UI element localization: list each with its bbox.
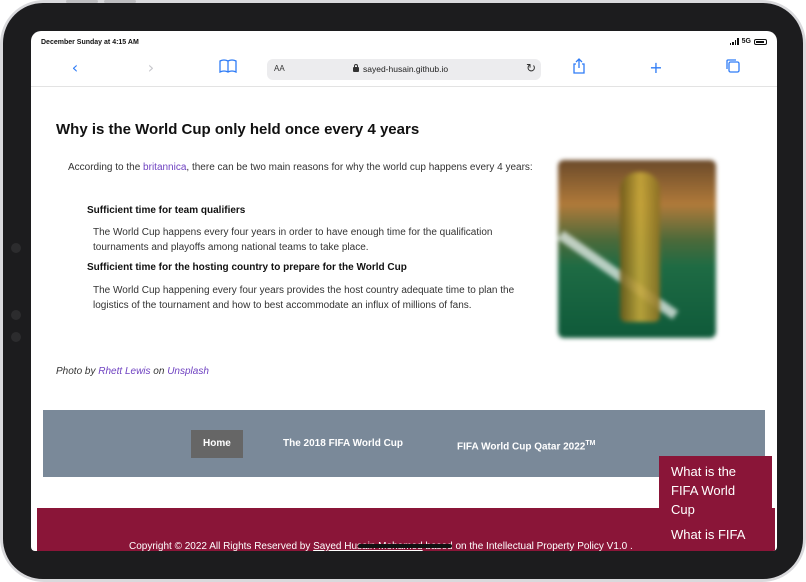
camera-dot xyxy=(11,243,21,253)
britannica-link[interactable]: britannica xyxy=(143,162,186,173)
back-icon[interactable]: ‹ xyxy=(65,58,85,78)
status-bar: December Sunday at 4:15 AM 5G xyxy=(31,31,777,51)
forward-icon[interactable]: › xyxy=(141,58,161,78)
dropdown-item-what-is-fifa[interactable]: What is FIFA xyxy=(671,525,760,544)
lock-icon xyxy=(353,64,359,72)
nav-home[interactable]: Home xyxy=(191,430,243,458)
battery-icon xyxy=(754,38,767,45)
browser-screen: December Sunday at 4:15 AM 5G ‹ › AA say… xyxy=(31,31,777,551)
dropdown-item-what-is-world-cup[interactable]: What is the FIFA World Cup xyxy=(671,462,760,519)
status-indicators: 5G xyxy=(729,38,767,45)
tabs-icon[interactable] xyxy=(723,58,743,78)
credit-author-link[interactable]: Rhett Lewis xyxy=(98,366,150,377)
home-indicator xyxy=(358,544,452,548)
photo-credit: Photo by Rhett Lewis on Unsplash xyxy=(56,366,209,377)
trademark-sup: TM xyxy=(585,440,596,447)
copyright-suffix: based on the Intellectual Property Polic… xyxy=(422,541,633,551)
url-value: sayed-husain.github.io xyxy=(363,64,449,74)
nav-2018-world-cup[interactable]: The 2018 FIFA World Cup xyxy=(271,430,415,458)
new-tab-icon[interactable]: + xyxy=(646,58,666,78)
text-size-button[interactable]: AA xyxy=(274,64,285,73)
dropdown-menu: What is the FIFA World Cup What is FIFA xyxy=(659,456,772,551)
url-text: sayed-husain.github.io xyxy=(353,64,448,74)
world-cup-trophy-photo xyxy=(558,160,716,338)
share-icon[interactable] xyxy=(569,58,589,78)
browser-toolbar: ‹ › AA sayed-husain.github.io ↻ + xyxy=(31,51,777,87)
reason-text: The World Cup happens every four years i… xyxy=(93,227,493,253)
unsplash-link[interactable]: Unsplash xyxy=(167,366,209,377)
status-time: December Sunday at 4:15 AM xyxy=(41,39,139,46)
sensor-dot xyxy=(11,332,21,342)
reason-title: Sufficient time for the hosting country … xyxy=(87,262,407,273)
nav-qatar-label: FIFA World Cup Qatar 2022 xyxy=(457,441,586,453)
nav-qatar-2022[interactable]: FIFA World Cup Qatar 2022TM xyxy=(445,430,607,458)
credit-prefix: Photo by xyxy=(56,366,99,377)
network-label: 5G xyxy=(741,38,751,45)
reason-text: The World Cup happening every four years… xyxy=(93,285,515,311)
article-heading: Why is the World Cup only held once ever… xyxy=(56,121,420,138)
address-bar[interactable]: AA sayed-husain.github.io ↻ xyxy=(267,59,541,80)
web-page: Why is the World Cup only held once ever… xyxy=(31,88,777,551)
bookmarks-icon[interactable] xyxy=(218,58,238,78)
sensor-dot xyxy=(11,310,21,320)
copyright-prefix: Copyright © 2022 All Rights Reserved by xyxy=(129,541,314,551)
reload-icon[interactable]: ↻ xyxy=(526,61,536,75)
credit-middle: on xyxy=(150,366,168,377)
site-nav: Home The 2018 FIFA World Cup FIFA World … xyxy=(43,410,765,477)
signal-icon xyxy=(729,38,739,45)
intro-prefix: According to the xyxy=(68,162,144,173)
intro-suffix: , there can be two main reasons for why … xyxy=(186,162,533,173)
reason-title: Sufficient time for team qualifiers xyxy=(87,205,246,216)
intro-paragraph: According to the britannica, there can b… xyxy=(68,160,538,175)
